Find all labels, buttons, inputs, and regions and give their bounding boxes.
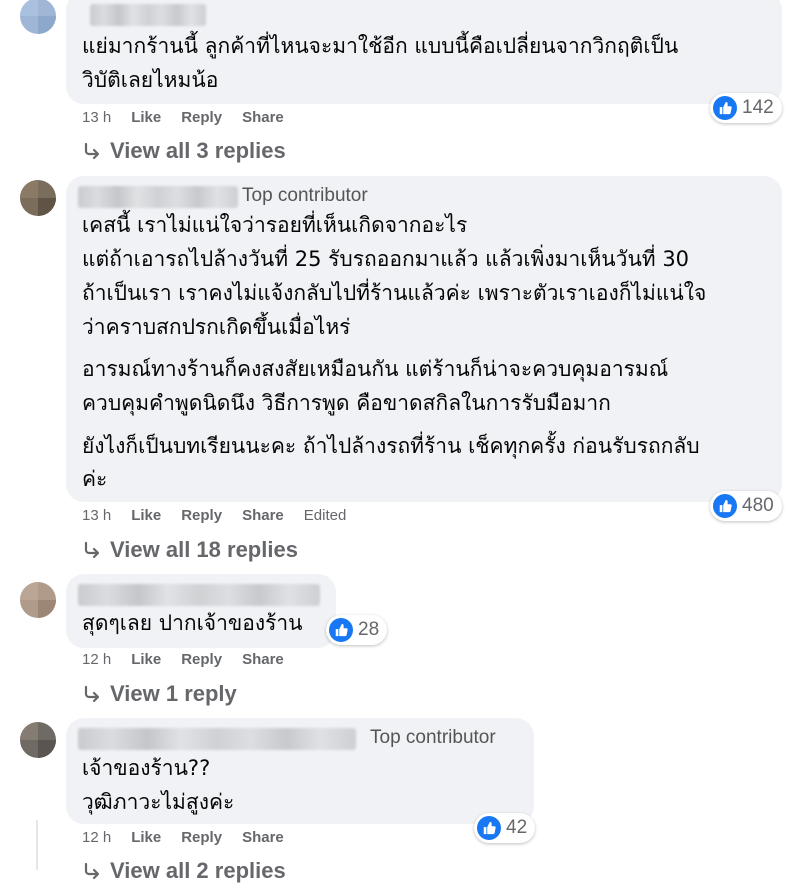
top-contributor-badge: Top contributor xyxy=(242,185,368,206)
comment-actions: 12 h Like Reply Share xyxy=(82,651,304,668)
share-button[interactable]: Share xyxy=(242,507,284,524)
comment-time[interactable]: 13 h xyxy=(82,507,111,524)
like-button[interactable]: Like xyxy=(131,507,161,524)
comment-text-line: ควบคุมคำพูดนิดนึง วิธีการพูด คือขาดสกิลใ… xyxy=(82,391,611,415)
view-replies-label: View all 3 replies xyxy=(110,138,286,163)
thumbs-up-icon xyxy=(713,96,737,120)
comment-text-line: ค่ะ xyxy=(82,467,108,491)
avatar[interactable] xyxy=(20,582,56,618)
reply-arrow-icon xyxy=(84,142,100,160)
reply-arrow-icon xyxy=(84,541,100,559)
like-button[interactable]: Like xyxy=(131,651,161,668)
reply-arrow-icon xyxy=(84,685,100,703)
reaction-count[interactable]: 42 xyxy=(474,813,536,843)
avatar[interactable] xyxy=(20,180,56,216)
comment-time[interactable]: 13 h xyxy=(82,109,111,126)
comment-text-line: อารมณ์ทางร้านก็คงสงสัยเหมือนกัน แต่ร้านก… xyxy=(82,357,669,381)
comment-actions: 13 h Like Reply Share Edited xyxy=(82,507,366,524)
reaction-count[interactable]: 480 xyxy=(710,491,782,521)
share-button[interactable]: Share xyxy=(242,109,284,126)
avatar[interactable] xyxy=(20,0,56,34)
top-contributor-badge: Top contributor xyxy=(370,727,496,748)
avatar[interactable] xyxy=(20,722,56,758)
view-replies-link[interactable]: View all 18 replies xyxy=(82,537,298,563)
commenter-name[interactable] xyxy=(78,186,238,208)
commenter-name[interactable] xyxy=(90,4,206,26)
share-button[interactable]: Share xyxy=(242,829,284,846)
thread-line xyxy=(36,820,38,870)
view-replies-link[interactable]: View all 2 replies xyxy=(82,858,286,884)
view-replies-label: View 1 reply xyxy=(110,681,237,706)
comment-time[interactable]: 12 h xyxy=(82,651,111,668)
comment-text-line: สุดๆเลย ปากเจ้าของร้าน xyxy=(82,611,303,635)
reply-button[interactable]: Reply xyxy=(181,651,222,668)
comment-text-line: ถ้าเป็นเรา เราคงไม่แจ้งกลับไปที่ร้านแล้ว… xyxy=(82,281,707,305)
view-replies-label: View all 2 replies xyxy=(110,858,286,883)
reaction-count-value: 480 xyxy=(742,495,774,516)
view-replies-label: View all 18 replies xyxy=(110,537,298,562)
thumbs-up-icon xyxy=(713,494,737,518)
like-button[interactable]: Like xyxy=(131,109,161,126)
reaction-count-value: 42 xyxy=(506,817,528,838)
comment-text-line: วุฒิภาวะไม่สูงค่ะ xyxy=(82,790,235,814)
thumbs-up-icon xyxy=(329,618,353,642)
comment-text-line: ว่าคราบสกปรกเกิดขึ้นเมื่อไหร่ xyxy=(82,315,351,339)
thumbs-up-icon xyxy=(477,816,501,840)
reaction-count-value: 28 xyxy=(358,619,380,640)
comment-text-line: เคสนี้ เราไม่แน่ใจว่ารอยที่เห็นเกิดจากอะ… xyxy=(82,213,468,237)
comment-text-line: เจ้าของร้าน?? xyxy=(82,756,211,780)
reaction-count[interactable]: 142 xyxy=(710,93,782,123)
reply-button[interactable]: Reply xyxy=(181,109,222,126)
reaction-count-value: 142 xyxy=(742,97,774,118)
comment-text-line: แย่มากร้านนี้ ลูกค้าที่ไหนจะมาใช้อีก แบบ… xyxy=(82,34,679,58)
view-replies-link[interactable]: View all 3 replies xyxy=(82,138,286,164)
comment-text-line: แต่ถ้าเอารถไปล้างวันที่ 25 รับรถออกมาแล้… xyxy=(82,247,690,271)
edited-label: Edited xyxy=(303,507,347,524)
commenter-name[interactable] xyxy=(78,584,320,606)
like-button[interactable]: Like xyxy=(131,829,161,846)
comment-time[interactable]: 12 h xyxy=(82,829,111,846)
comment-text-line: ยังไงก็เป็นบทเรียนนะคะ ถ้าไปล้างรถที่ร้า… xyxy=(82,434,700,458)
reply-arrow-icon xyxy=(84,862,100,880)
reply-button[interactable]: Reply xyxy=(181,829,222,846)
reaction-count[interactable]: 28 xyxy=(326,615,388,645)
view-replies-link[interactable]: View 1 reply xyxy=(82,681,237,707)
commenter-name[interactable] xyxy=(78,728,356,750)
share-button[interactable]: Share xyxy=(242,651,284,668)
comment-actions: 12 h Like Reply Share xyxy=(82,829,304,846)
comment-actions: 13 h Like Reply Share xyxy=(82,109,304,126)
comment-text-line: วิบัติเลยไหมน้อ xyxy=(82,68,219,92)
reply-button[interactable]: Reply xyxy=(181,507,222,524)
